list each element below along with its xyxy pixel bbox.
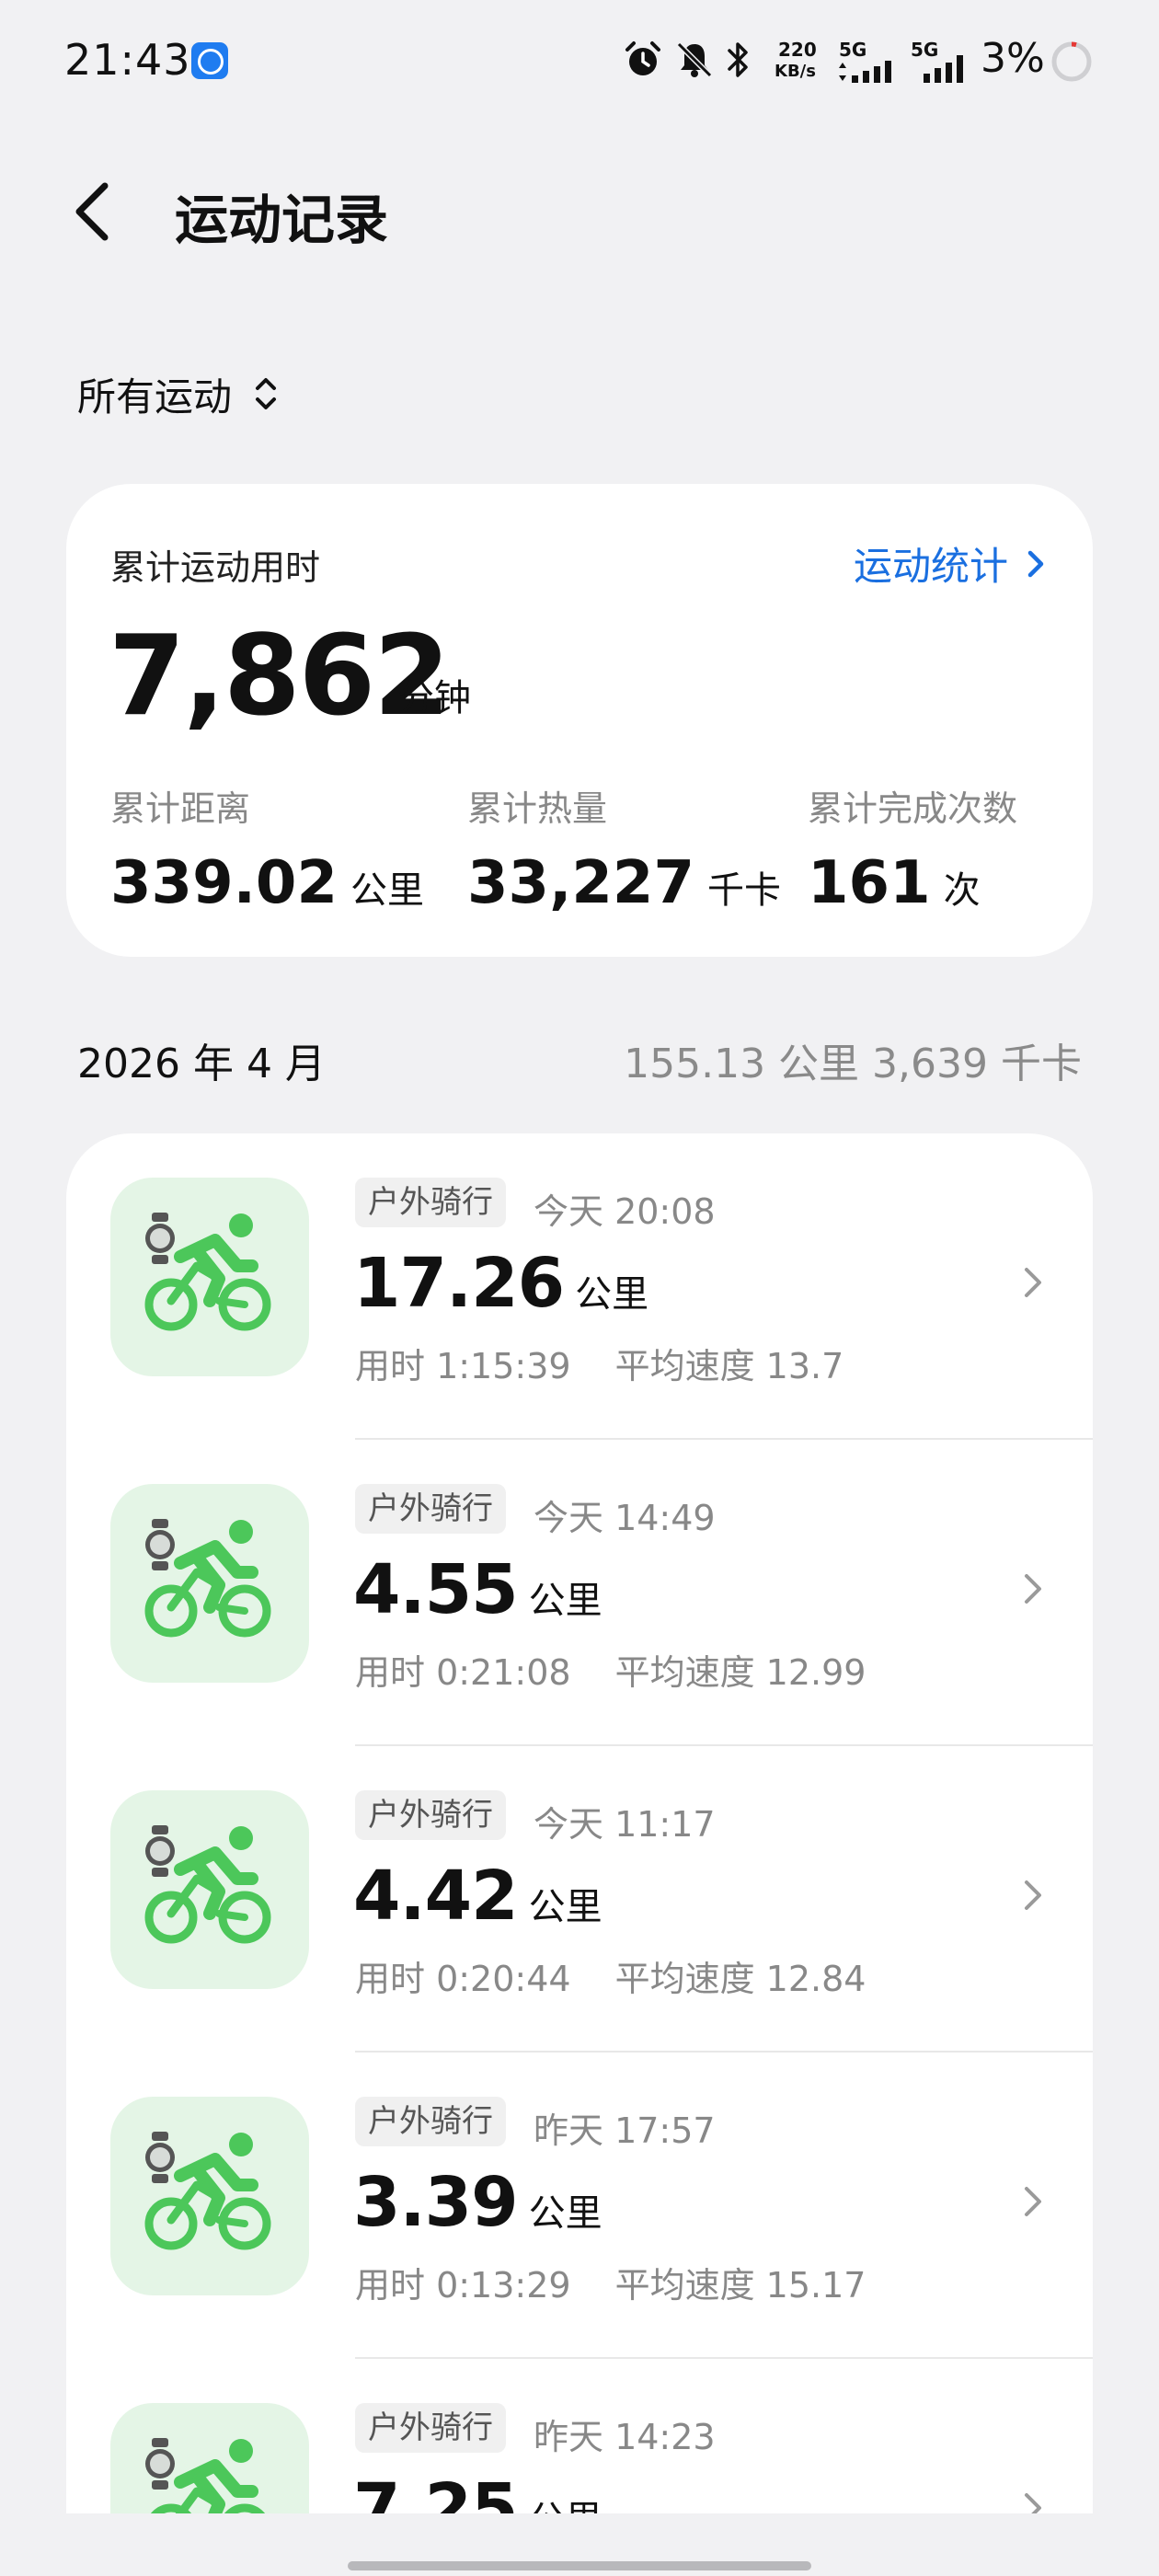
total-time-label: 累计运动用时 <box>110 547 321 588</box>
filter-label: 所有运动 <box>77 374 233 420</box>
activity-type-tag: 户外骑行 <box>355 2403 506 2453</box>
activity-icon-box <box>110 2403 309 2513</box>
metric-unit: 次 <box>943 869 981 912</box>
activity-icon-box <box>110 1178 309 1376</box>
metric-label: 累计距离 <box>110 788 251 829</box>
activity-item[interactable]: 户外骑行 今天 11:17 4.42 公里 用时 0:20:44 平均速度 12… <box>66 1746 1093 2053</box>
metric-label: 累计热量 <box>467 788 608 829</box>
battery-ring-icon <box>1051 41 1092 82</box>
activity-distance-unit: 公里 <box>528 1580 602 1622</box>
activity-avg-speed: 平均速度 15.17 <box>614 2265 866 2306</box>
net-speed-value: 220 <box>778 39 817 61</box>
watch-icon <box>145 1519 175 1570</box>
activity-time: 昨天 14:23 <box>534 2417 716 2457</box>
activity-type-tag: 户外骑行 <box>355 1790 506 1840</box>
metric-unit: 公里 <box>350 869 424 912</box>
activity-distance-unit: 公里 <box>528 1886 602 1928</box>
page-title: 运动记录 <box>175 189 389 251</box>
activity-distance: 3.39 <box>353 2163 519 2242</box>
activity-duration: 用时 0:20:44 <box>355 1959 571 1999</box>
activity-icon-box <box>110 1484 309 1683</box>
activity-time: 今天 20:08 <box>534 1191 716 1232</box>
sport-type-filter[interactable]: 所有运动 <box>77 366 280 421</box>
activity-item[interactable]: 户外骑行 今天 20:08 17.26 公里 用时 1:15:39 平均速度 1… <box>66 1133 1093 1440</box>
activity-item[interactable]: 户外骑行 今天 14:49 4.55 公里 用时 0:21:08 平均速度 12… <box>66 1440 1093 1746</box>
metric-value: 339.02 <box>110 849 338 917</box>
activity-distance: 4.42 <box>353 1857 519 1936</box>
activity-item[interactable]: 户外骑行 昨天 17:57 3.39 公里 用时 0:13:29 平均速度 15… <box>66 2053 1093 2359</box>
metric-label: 累计完成次数 <box>808 788 1018 829</box>
activity-time: 昨天 17:57 <box>534 2110 716 2151</box>
chevron-right-icon <box>1025 1574 1041 1604</box>
mute-bell-icon <box>676 41 713 78</box>
activity-time: 今天 14:49 <box>534 1498 716 1538</box>
activity-distance-unit: 公里 <box>528 2192 602 2235</box>
chevron-right-icon <box>1025 2493 1041 2513</box>
activity-avg-speed: 平均速度 13.7 <box>614 1346 844 1386</box>
activity-time: 今天 11:17 <box>534 1804 716 1845</box>
status-bar: 21:43 220 KB/s 5G 5G 3% <box>0 0 1159 120</box>
sport-stats-link-label: 运动统计 <box>853 544 1008 589</box>
activity-distance-unit: 公里 <box>575 1273 649 1316</box>
activity-list: 户外骑行 今天 20:08 17.26 公里 用时 1:15:39 平均速度 1… <box>66 1133 1093 2513</box>
signal-icon-2 <box>924 55 963 83</box>
activity-avg-speed: 平均速度 12.99 <box>614 1652 866 1693</box>
watch-icon <box>145 2438 175 2490</box>
metric-value: 33,227 <box>467 849 694 917</box>
alarm-icon <box>625 41 660 75</box>
bluetooth-icon <box>728 42 748 77</box>
metric-calories: 累计热量 33,227 千卡 <box>467 780 781 917</box>
activity-icon-box <box>110 1790 309 1989</box>
sport-stats-link[interactable]: 运动统计 <box>854 535 1049 592</box>
activity-distance-unit: 公里 <box>529 2490 602 2513</box>
activity-type-tag: 户外骑行 <box>355 1484 506 1534</box>
summary-card: 累计运动用时 运动统计 7,862 分钟 累计距离 339.02 公里 累计热量… <box>66 484 1093 957</box>
app-notification-icon <box>191 42 228 79</box>
activity-distance: 4.55 <box>353 1550 519 1629</box>
metric-distance: 累计距离 339.02 公里 <box>110 780 424 917</box>
metric-value: 161 <box>808 849 931 917</box>
battery-percent: 3% <box>981 35 1045 82</box>
activity-type-tag: 户外骑行 <box>355 1178 506 1227</box>
sport-records-page: 21:43 220 KB/s 5G 5G 3% 运动记录 所有运动 累计运动用时… <box>0 0 1159 2576</box>
activity-type-tag: 户外骑行 <box>355 2097 506 2146</box>
chevron-right-icon <box>1025 2187 1041 2216</box>
activity-item[interactable]: 户外骑行 昨天 14:23 7.25 公里 <box>66 2359 1093 2513</box>
activity-duration: 用时 0:21:08 <box>355 1652 571 1693</box>
activity-distance: 17.26 <box>353 1244 565 1323</box>
chevron-right-icon <box>1025 1880 1041 1910</box>
activity-icon-box <box>110 2097 309 2295</box>
signal-icon <box>839 61 891 83</box>
home-indicator[interactable] <box>348 2561 811 2570</box>
network-type-1: 5G <box>839 39 867 61</box>
watch-icon <box>145 2132 175 2183</box>
month-label: 2026 年 4 月 <box>77 1041 326 1087</box>
activity-duration: 用时 0:13:29 <box>355 2265 571 2306</box>
back-button[interactable] <box>64 175 120 248</box>
activity-distance: 7.25 <box>353 2469 519 2513</box>
chevron-right-icon <box>1027 550 1044 577</box>
activity-avg-speed: 平均速度 12.84 <box>614 1959 866 1999</box>
chevron-right-icon <box>1025 1268 1041 1297</box>
month-summary: 155.13 公里 3,639 千卡 <box>624 1041 1082 1087</box>
metric-unit: 千卡 <box>706 869 781 912</box>
net-speed-unit: KB/s <box>775 62 816 81</box>
status-time: 21:43 <box>64 35 191 85</box>
metric-count: 累计完成次数 161 次 <box>808 780 1017 917</box>
watch-icon <box>145 1825 175 1877</box>
watch-icon <box>145 1213 175 1264</box>
activity-duration: 用时 1:15:39 <box>355 1346 571 1386</box>
sort-updown-icon <box>256 378 277 409</box>
total-time-unit: 分钟 <box>397 677 471 719</box>
